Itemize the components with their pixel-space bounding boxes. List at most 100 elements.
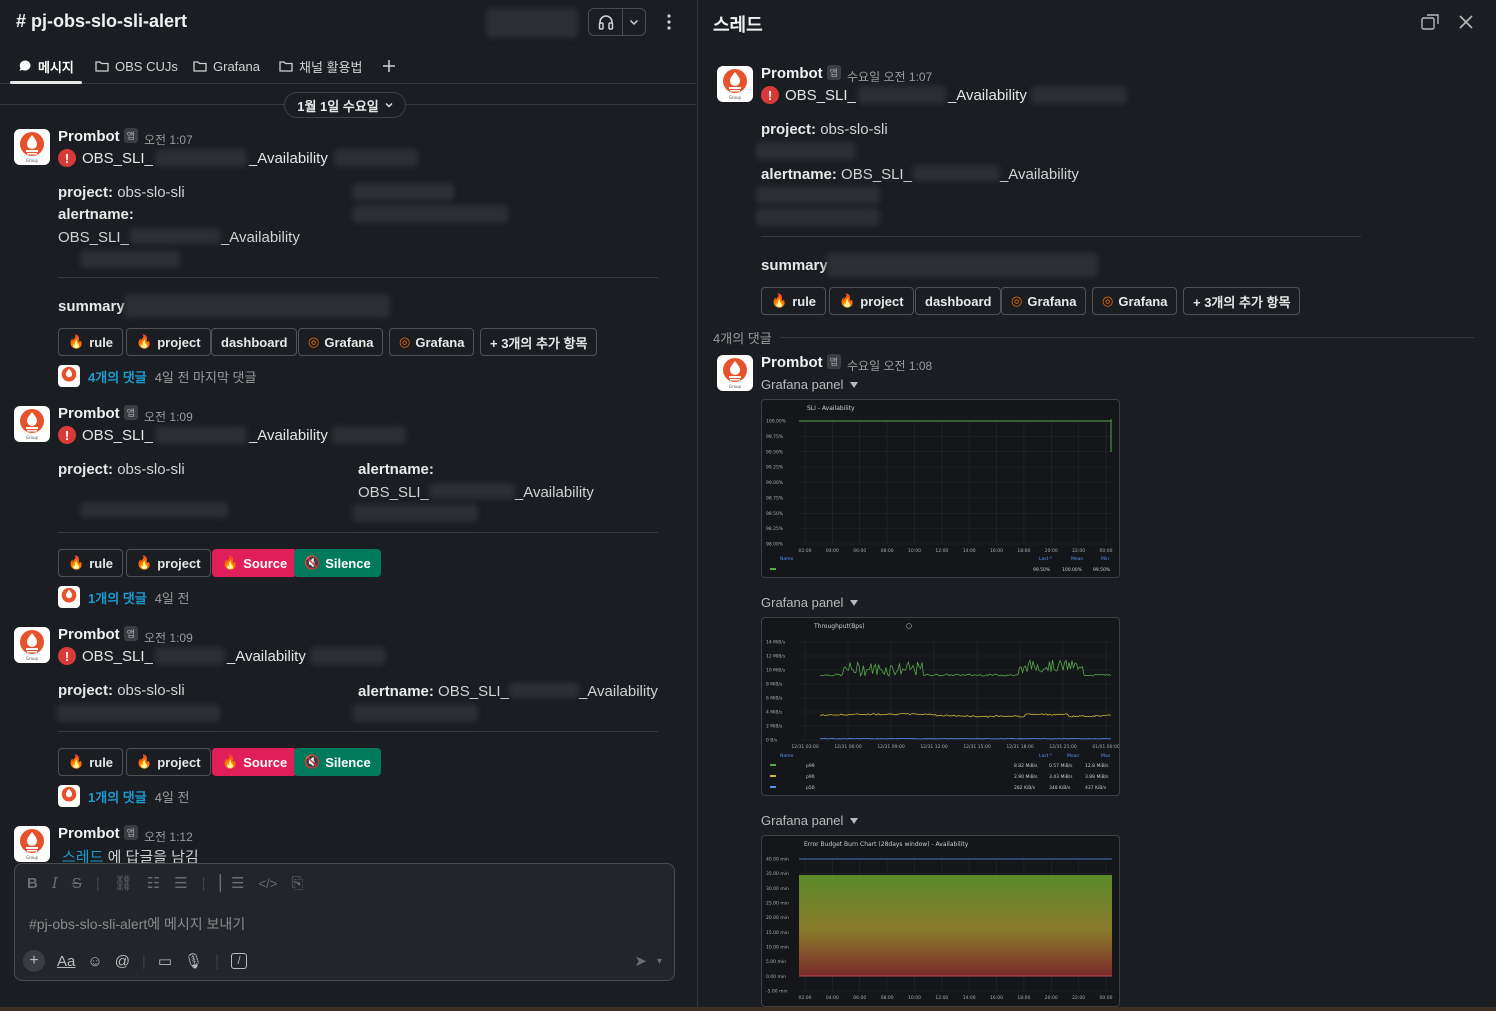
silence-button[interactable]: 🔇 Silence xyxy=(294,748,381,776)
sender-name[interactable]: Prombot 앱 xyxy=(761,65,841,82)
panel-toggle[interactable]: Grafana panel xyxy=(761,595,859,610)
bold-icon[interactable]: B xyxy=(27,875,38,892)
more-items-button[interactable]: + 3개의 추가 항목 xyxy=(1183,287,1301,315)
project-button[interactable]: 🔥 project xyxy=(829,287,914,315)
project-button[interactable]: 🔥 project xyxy=(126,748,211,776)
x-tick-label: 12/31 21:00 xyxy=(1049,744,1077,750)
message-input[interactable]: #pj-obs-slo-sli-alert에 메시지 보내기 xyxy=(29,914,245,934)
channel-title[interactable]: # pj-obs-slo-sli-alert xyxy=(16,11,187,32)
huddle-button[interactable] xyxy=(588,8,646,36)
legend-value: p99 xyxy=(806,763,815,769)
tab-channel-guide[interactable]: 채널 활용법 xyxy=(279,48,362,84)
thread-replies[interactable]: 4개의 댓글 4일 전 마지막 댓글 xyxy=(58,365,256,387)
avatar[interactable]: Group xyxy=(14,826,50,862)
mention-icon[interactable]: @ xyxy=(115,953,130,970)
more-options-icon[interactable] xyxy=(662,10,676,34)
format-toggle[interactable]: Aa xyxy=(57,953,75,970)
tab-grafana[interactable]: Grafana xyxy=(193,48,260,84)
silence-button[interactable]: 🔇 Silence xyxy=(294,549,381,577)
svg-text:Group: Group xyxy=(729,384,742,389)
sender-name[interactable]: Prombot 앱 xyxy=(761,354,841,371)
send-icon[interactable]: ➤ xyxy=(634,952,647,970)
avatar[interactable]: Group xyxy=(14,129,50,165)
legend-swatch xyxy=(770,568,776,570)
avatar[interactable]: Group xyxy=(717,66,753,102)
project-button[interactable]: 🔥 project xyxy=(126,328,211,356)
tab-obs-cujs[interactable]: OBS CUJs xyxy=(95,48,178,84)
link-icon[interactable]: ⛓ xyxy=(114,874,133,892)
grafana-panel-image[interactable]: SLI - Availability 100.00% 99.75% 99.50% 99… xyxy=(761,399,1120,578)
timestamp[interactable]: 수요일 오전 1:07 xyxy=(847,68,932,85)
open-in-window-icon[interactable] xyxy=(1420,12,1440,32)
grafana-panel-image[interactable]: Error Budget Burn Chart (28days window) … xyxy=(761,835,1120,1007)
avatar[interactable]: Group xyxy=(14,406,50,442)
dashboard-button[interactable]: dashboard xyxy=(915,287,1002,315)
message-composer: B I S | ⛓ ☷ ☰ | ▏☰ </> ⎘ #pj-obs-slo-sli… xyxy=(14,863,675,981)
project-button[interactable]: 🔥 project xyxy=(126,549,211,577)
bulleted-list-icon[interactable]: ☰ xyxy=(174,874,187,892)
rule-button[interactable]: 🔥 rule xyxy=(761,287,827,315)
rule-icon: 🔥 xyxy=(68,555,85,570)
slash-command-icon[interactable]: / xyxy=(230,953,247,969)
message-icon xyxy=(19,60,31,71)
grafana-button[interactable]: ◎ Grafana xyxy=(298,328,384,356)
emoji-icon[interactable]: ☺ xyxy=(87,953,102,970)
timestamp[interactable]: 오전 1:12 xyxy=(144,828,193,845)
sender-name[interactable]: Prombot 앱 xyxy=(58,626,138,643)
blockquote-icon[interactable]: ▏☰ xyxy=(220,874,245,892)
video-icon[interactable]: ▭ xyxy=(158,952,172,970)
dashboard-button[interactable]: dashboard xyxy=(211,328,298,356)
timestamp[interactable]: 수요일 오전 1:08 xyxy=(847,357,932,374)
avatar[interactable]: Group xyxy=(717,355,753,391)
timestamp[interactable]: 오전 1:09 xyxy=(144,629,193,646)
ordered-list-icon[interactable]: ☷ xyxy=(147,874,160,892)
chevron-down-icon[interactable]: ▾ xyxy=(657,956,662,967)
grafana-icon: ◎ xyxy=(1011,293,1023,308)
close-icon[interactable] xyxy=(1456,12,1476,32)
x-tick-label: 14:00 xyxy=(963,995,976,1001)
sender-name[interactable]: Prombot 앱 xyxy=(58,825,138,842)
y-tick-label: 99.50% xyxy=(766,449,784,455)
panel-toggle[interactable]: Grafana panel xyxy=(761,813,859,828)
microphone-icon[interactable]: 🎙 xyxy=(184,952,203,970)
date-divider[interactable]: 1월 1일 수요일 xyxy=(284,92,406,118)
strikethrough-icon[interactable]: S xyxy=(72,875,82,892)
timestamp[interactable]: 오전 1:09 xyxy=(144,408,193,425)
thread-replies[interactable]: 1개의 댓글 4일 전 xyxy=(58,586,189,608)
code-block-icon[interactable]: ⎘ xyxy=(291,875,303,892)
tab-messages[interactable]: 메시지 xyxy=(18,48,74,84)
members-avatars[interactable] xyxy=(486,8,578,38)
x-tick-label: 16:00 xyxy=(990,995,1003,1001)
timestamp[interactable]: 오전 1:07 xyxy=(144,131,193,148)
svg-text:Group: Group xyxy=(26,656,39,661)
rule-button[interactable]: 🔥 rule xyxy=(58,328,124,356)
panel-toggle[interactable]: Grafana panel xyxy=(761,377,859,392)
mute-icon: 🔇 xyxy=(304,555,321,570)
grafana-icon: ◎ xyxy=(308,334,320,349)
italic-icon[interactable]: I xyxy=(52,874,58,892)
more-items-button[interactable]: + 3개의 추가 항목 xyxy=(480,328,598,356)
grafana-button[interactable]: ◎ Grafana xyxy=(1092,287,1178,315)
plus-icon[interactable]: + xyxy=(23,950,45,972)
source-button[interactable]: 🔥 Source xyxy=(212,748,298,776)
code-icon[interactable]: </> xyxy=(259,876,278,891)
folder-icon xyxy=(193,61,207,72)
alert-title: ! OBS_SLI_ _Availability xyxy=(58,647,386,665)
grafana-button[interactable]: ◎ Grafana xyxy=(389,328,475,356)
exclamation-icon: ! xyxy=(761,86,779,104)
sender-name[interactable]: Prombot 앱 xyxy=(58,405,138,422)
y-tick-label: 0.00 min xyxy=(766,974,786,980)
rule-button[interactable]: 🔥 rule xyxy=(58,549,124,577)
avatar[interactable]: Group xyxy=(14,627,50,663)
rule-button[interactable]: 🔥 rule xyxy=(58,748,124,776)
x-tick-label: 12/31 18:00 xyxy=(1006,744,1034,750)
grafana-panel-image[interactable]: Throughput(Bps) 14 MiB/s 12 MiB/s 10 MiB/s… xyxy=(761,617,1120,796)
chevron-down-icon[interactable] xyxy=(623,9,645,35)
x-tick-label: 14:00 xyxy=(963,548,976,554)
p50-line xyxy=(819,737,1112,740)
add-tab-icon[interactable] xyxy=(382,48,396,84)
grafana-button[interactable]: ◎ Grafana xyxy=(1001,287,1087,315)
source-button[interactable]: 🔥 Source xyxy=(212,549,298,577)
sender-name[interactable]: Prombot 앱 xyxy=(58,128,138,145)
thread-replies[interactable]: 1개의 댓글 4일 전 xyxy=(58,785,189,807)
